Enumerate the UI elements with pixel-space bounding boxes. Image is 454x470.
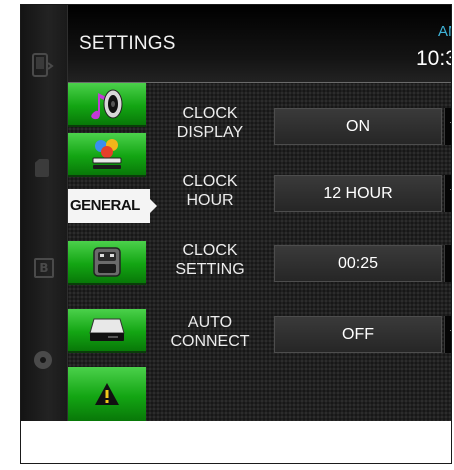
clock-setting-value[interactable]: 00:25 <box>274 245 442 282</box>
clock-display-value[interactable]: ON <box>274 108 442 145</box>
tab-music[interactable] <box>68 83 146 127</box>
clock-hour-label: CLOCK HOUR <box>182 173 238 209</box>
tab-device[interactable] <box>68 241 146 285</box>
tab-warning[interactable] <box>68 367 146 421</box>
ampm-indicator: AM <box>438 23 451 40</box>
head-unit: B SETTINGS AM 10:38 <box>21 5 451 421</box>
tab-drive[interactable] <box>68 309 146 353</box>
sd-card-icon[interactable] <box>35 159 49 177</box>
header-bar: SETTINGS AM 10:38 <box>68 5 451 83</box>
auto-connect-dropdown-button[interactable] <box>444 316 451 353</box>
clock-hour-dropdown-button[interactable] <box>444 175 451 212</box>
auto-connect-label: AUTO CONNECT <box>170 314 250 350</box>
tab-general-label: GENERAL <box>70 197 140 214</box>
clock-display-label: CLOCK DISPLAY <box>176 105 244 141</box>
bluetooth-b-icon[interactable]: B <box>34 258 54 278</box>
screen: SETTINGS AM 10:38 <box>68 5 451 421</box>
auto-connect-value[interactable]: OFF <box>274 316 442 353</box>
chevron-down-icon <box>450 330 451 340</box>
frame-margin <box>21 421 451 463</box>
device-icon <box>93 247 121 277</box>
clock-setting-label: CLOCK SETTING <box>175 242 245 278</box>
disc-drive-icon <box>89 318 125 341</box>
warning-icon <box>95 383 119 405</box>
left-bezel: B <box>21 5 68 421</box>
chevron-down-icon <box>450 122 451 132</box>
clock-setting-button[interactable] <box>444 245 451 282</box>
screenshot-frame: B SETTINGS AM 10:38 <box>20 4 452 464</box>
page-title: SETTINGS <box>79 33 176 54</box>
clock-hour-value[interactable]: 12 HOUR <box>274 175 442 212</box>
clock-display-dropdown-button[interactable] <box>444 108 451 145</box>
settings-panel: GENERAL CLOCK DISPLAY ON CLOCK HOUR 12 H… <box>68 83 451 421</box>
chevron-down-icon <box>450 189 451 199</box>
phone-icon[interactable] <box>32 53 54 79</box>
volume-knob[interactable] <box>34 351 52 369</box>
apps-stack-icon <box>92 139 122 169</box>
tab-apps[interactable] <box>68 133 146 177</box>
tab-general[interactable]: GENERAL <box>68 189 157 223</box>
speaker-music-icon <box>91 89 123 120</box>
clock-time: 10:38 <box>416 47 451 70</box>
